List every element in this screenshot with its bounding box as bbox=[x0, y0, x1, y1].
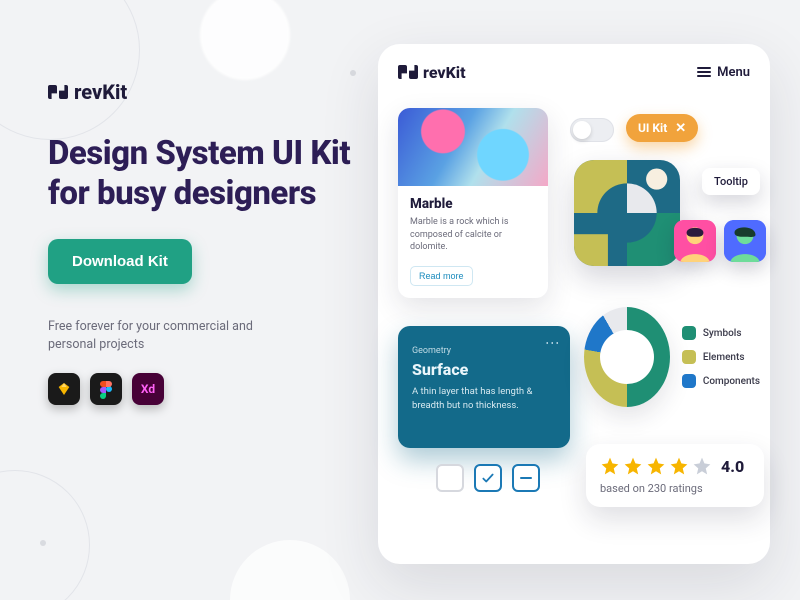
bg-blob-top bbox=[200, 0, 290, 80]
menu-button[interactable]: Menu bbox=[697, 65, 750, 80]
avatar bbox=[724, 220, 766, 262]
legend-label: Symbols bbox=[703, 328, 742, 339]
brand-name: revKit bbox=[74, 80, 127, 104]
donut-chart-group: Symbols Elements Components bbox=[584, 292, 760, 422]
toggle-switch[interactable] bbox=[570, 118, 614, 142]
download-kit-button[interactable]: Download Kit bbox=[48, 239, 192, 284]
figma-icon bbox=[90, 373, 122, 405]
mock-window: revKit Menu Marble Marble is a rock whic… bbox=[378, 44, 770, 564]
legend-item-symbols: Symbols bbox=[682, 326, 760, 340]
legend-label: Components bbox=[703, 376, 760, 387]
marble-desc: Marble is a rock which is composed of ca… bbox=[398, 216, 548, 264]
logo-mark-icon bbox=[398, 62, 418, 82]
ui-kit-chip[interactable]: UI Kit ✕ bbox=[626, 114, 698, 142]
surface-desc: A thin layer that has length & breadth b… bbox=[412, 385, 556, 413]
brand-logo: revKit bbox=[48, 80, 358, 104]
xd-label: Xd bbox=[141, 382, 155, 396]
close-icon[interactable]: ✕ bbox=[675, 122, 686, 135]
checkbox-checked[interactable] bbox=[474, 464, 502, 492]
adobe-xd-icon: Xd bbox=[132, 373, 164, 405]
checkbox-indeterminate[interactable] bbox=[512, 464, 540, 492]
rating-score: 4.0 bbox=[721, 457, 744, 476]
swatch-icon bbox=[682, 350, 696, 364]
swatch-icon bbox=[682, 374, 696, 388]
logo-mark-icon bbox=[48, 82, 68, 102]
surface-eyebrow: Geometry bbox=[412, 346, 556, 356]
marble-card: Marble Marble is a rock which is compose… bbox=[398, 108, 548, 298]
legend-item-elements: Elements bbox=[682, 350, 760, 364]
marble-image bbox=[398, 108, 548, 186]
legend-label: Elements bbox=[703, 352, 745, 363]
star-icon bbox=[646, 456, 666, 476]
pattern-tile bbox=[574, 160, 680, 266]
mock-brand-logo: revKit bbox=[398, 62, 466, 82]
bg-dot bbox=[350, 70, 356, 76]
bg-ring-bottom-left bbox=[0, 470, 90, 600]
chip-label: UI Kit bbox=[638, 121, 667, 135]
sketch-icon bbox=[48, 373, 80, 405]
surface-card: ⋮ Geometry Surface A thin layer that has… bbox=[398, 326, 570, 448]
mock-header: revKit Menu bbox=[398, 62, 750, 82]
avatar bbox=[674, 220, 716, 262]
hero-headline: Design System UI Kit for busy designers bbox=[48, 134, 358, 215]
tool-icons-row: Xd bbox=[48, 373, 358, 405]
hero-panel: revKit Design System UI Kit for busy des… bbox=[48, 80, 358, 405]
star-icon bbox=[669, 456, 689, 476]
menu-label: Menu bbox=[717, 65, 750, 80]
tooltip-label: Tooltip bbox=[714, 175, 748, 188]
donut-chart bbox=[584, 307, 670, 407]
tooltip: Tooltip bbox=[702, 168, 760, 195]
chart-legend: Symbols Elements Components bbox=[682, 326, 760, 388]
bg-dot bbox=[40, 540, 46, 546]
surface-title: Surface bbox=[412, 360, 556, 379]
mock-brand-name: revKit bbox=[423, 63, 466, 82]
marble-title: Marble bbox=[398, 186, 548, 216]
swatch-icon bbox=[682, 326, 696, 340]
checkbox-unchecked[interactable] bbox=[436, 464, 464, 492]
star-icon bbox=[623, 456, 643, 476]
read-more-button[interactable]: Read more bbox=[410, 266, 473, 286]
hero-subtext: Free forever for your commercial and per… bbox=[48, 318, 268, 356]
star-row: 4.0 bbox=[600, 456, 750, 476]
legend-item-components: Components bbox=[682, 374, 760, 388]
checkbox-row bbox=[436, 464, 540, 492]
hamburger-icon bbox=[697, 67, 711, 77]
star-icon bbox=[692, 456, 712, 476]
rating-subtext: based on 230 ratings bbox=[600, 482, 750, 495]
rating-panel: 4.0 based on 230 ratings bbox=[586, 444, 764, 507]
star-icon bbox=[600, 456, 620, 476]
bg-blob-bottom bbox=[230, 540, 350, 600]
